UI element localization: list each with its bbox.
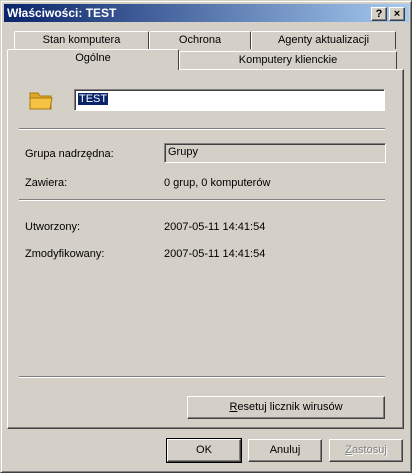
tab-label: Ochrona <box>178 34 222 46</box>
created-label: Utworzony: <box>25 221 81 233</box>
group-name-value: TEST <box>78 93 109 105</box>
created-value: 2007-05-11 14:41:54 <box>164 221 266 233</box>
tab-agenty-aktualizacji[interactable]: Agenty aktualizacji <box>251 31 396 49</box>
tab-komputery-klienckie[interactable]: Komputery klienckie <box>179 51 397 69</box>
properties-dialog: Właściwości: TEST ? × Stan komputera Och… <box>0 0 412 473</box>
close-icon: × <box>393 8 401 20</box>
tab-ogolne[interactable]: Ogólne <box>7 49 179 70</box>
parent-group-field: Grupy <box>164 143 386 163</box>
tab-ochrona[interactable]: Ochrona <box>149 31 251 49</box>
contains-value: 0 grup, 0 komputerów <box>164 177 271 189</box>
apply-label: astosuj <box>351 444 387 456</box>
ok-label: OK <box>196 444 212 456</box>
tab-label: Ogólne <box>75 52 111 64</box>
cancel-label: Anuluj <box>269 444 301 456</box>
separator <box>19 128 385 130</box>
tab-label: Komputery klienckie <box>238 54 338 66</box>
close-button[interactable]: × <box>389 7 405 21</box>
group-name-input[interactable]: TEST <box>74 89 385 111</box>
folder-icon <box>29 92 53 110</box>
title-bar[interactable]: Właściwości: TEST ? × <box>4 4 409 22</box>
parent-group-label: Grupa nadrzędna: <box>25 148 114 160</box>
separator <box>19 376 385 378</box>
tab-label: Agenty aktualizacji <box>277 34 370 46</box>
cancel-button[interactable]: Anuluj <box>248 439 322 462</box>
modified-value: 2007-05-11 14:41:54 <box>164 248 266 260</box>
tab-stan-komputera[interactable]: Stan komputera <box>14 31 149 49</box>
window-title: Właściwości: TEST <box>7 6 117 20</box>
ok-button[interactable]: OK <box>166 438 242 463</box>
tab-label: Stan komputera <box>42 34 121 46</box>
apply-button-accel: Z <box>345 444 352 456</box>
apply-button[interactable]: Zastosuj <box>329 439 403 462</box>
separator <box>19 199 385 201</box>
help-button[interactable]: ? <box>371 7 387 21</box>
contains-label: Zawiera: <box>25 177 68 189</box>
reset-button-label: esetuj licznik wirusów <box>237 401 343 413</box>
modified-label: Zmodyfikowany: <box>25 248 105 260</box>
help-icon: ? <box>375 8 383 20</box>
reset-virus-counter-button[interactable]: Resetuj licznik wirusów <box>187 396 385 419</box>
parent-group-value: Grupy <box>168 146 198 158</box>
